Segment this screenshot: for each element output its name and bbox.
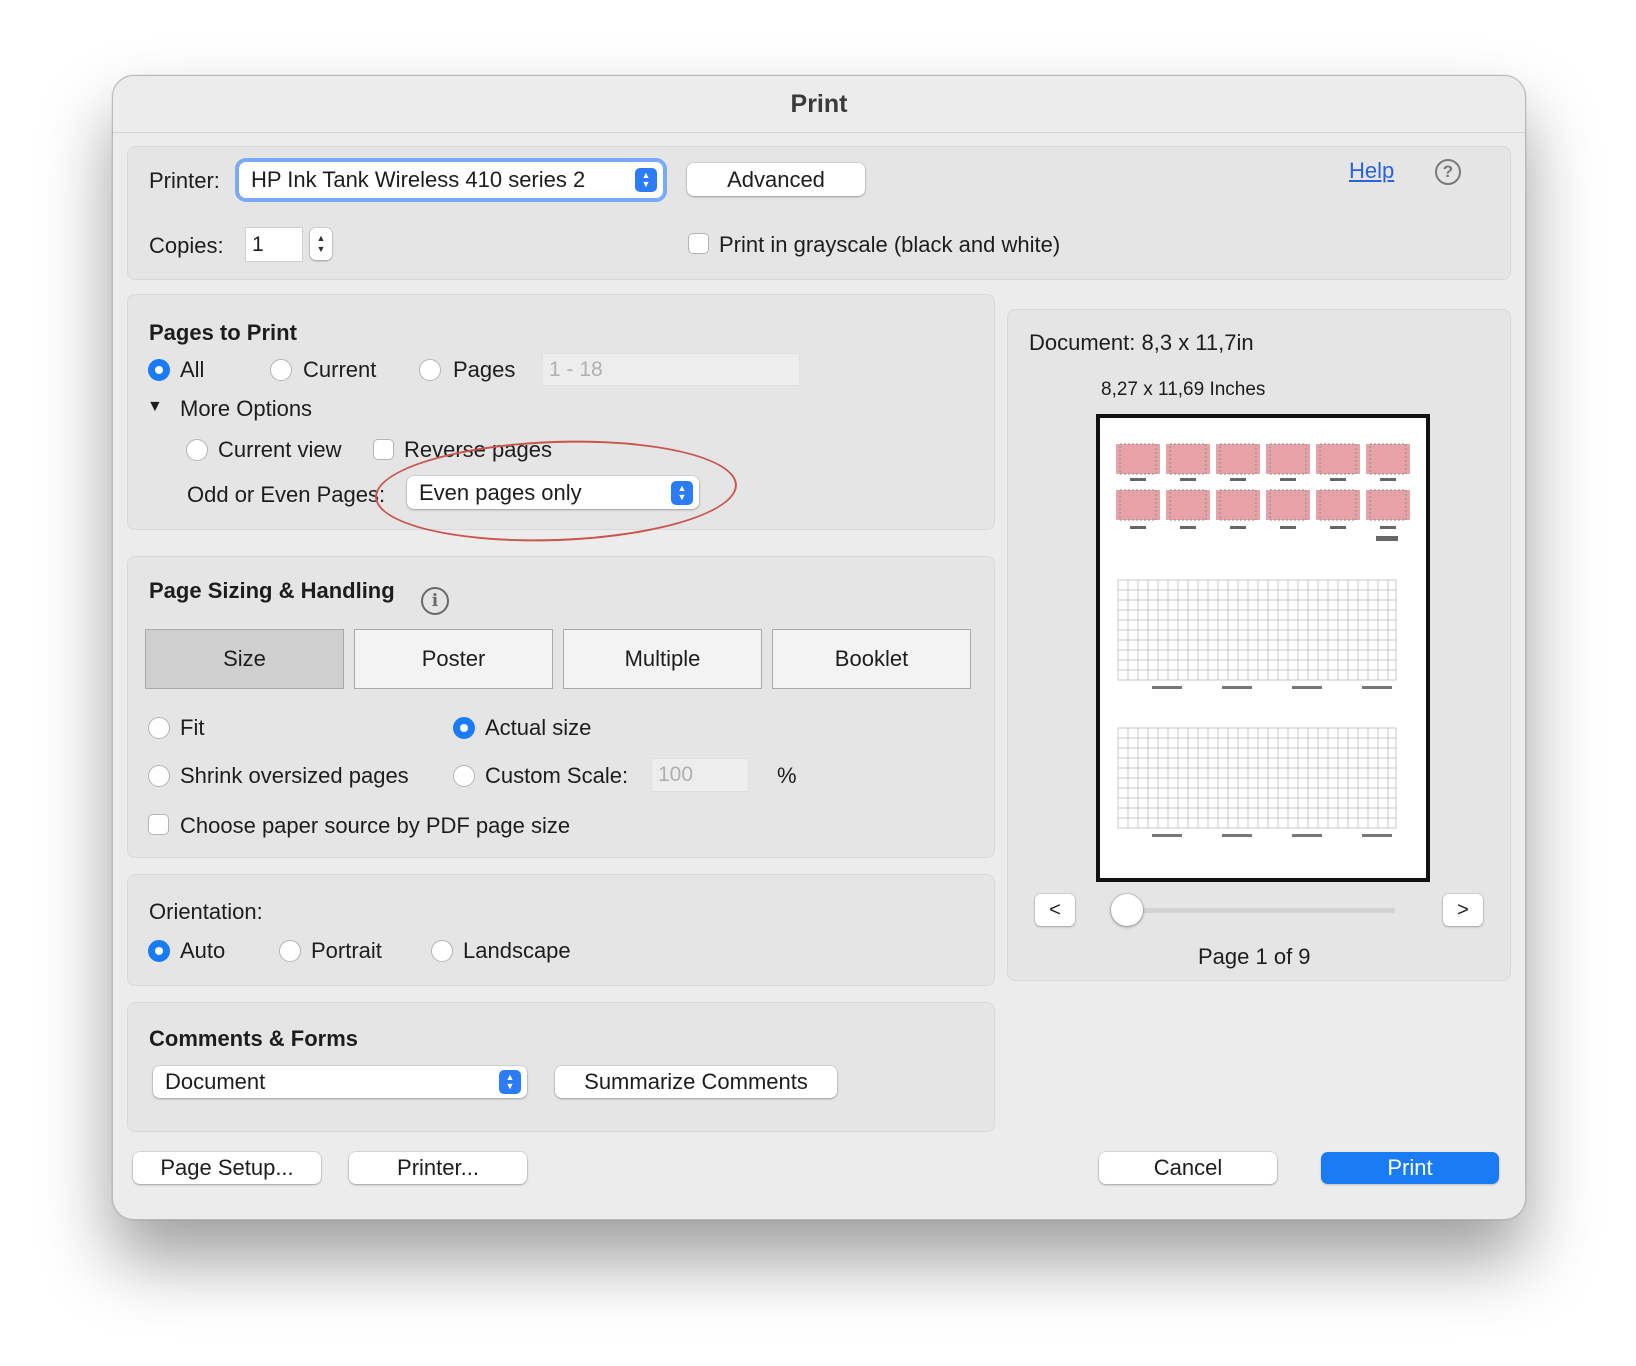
all-pages-label: All xyxy=(180,357,205,382)
current-page-radio[interactable] xyxy=(270,359,292,381)
pages-range-label: Pages xyxy=(453,357,516,382)
calendar-preview-image xyxy=(1116,443,1410,837)
copies-value: 1 xyxy=(252,232,264,256)
tab-size[interactable]: Size xyxy=(145,629,344,689)
advanced-button[interactable]: Advanced xyxy=(687,163,865,196)
actual-size-label: Actual size xyxy=(485,715,592,740)
current-view-radio[interactable] xyxy=(186,439,208,461)
fit-label: Fit xyxy=(180,715,205,740)
all-pages-radio[interactable] xyxy=(148,359,170,381)
disclosure-triangle-icon[interactable]: ▼ xyxy=(147,398,163,416)
dialog-title: Print xyxy=(113,76,1525,133)
percent-label: % xyxy=(777,763,797,788)
comments-forms-select[interactable]: Document ▲ ▼ xyxy=(153,1066,527,1098)
more-options-label[interactable]: More Options xyxy=(180,396,312,422)
tab-booklet[interactable]: Booklet xyxy=(772,629,971,689)
page-sizing-title: Page Sizing & Handling xyxy=(149,578,395,603)
grayscale-label: Print in grayscale (black and white) xyxy=(719,232,1061,257)
next-page-button[interactable]: > xyxy=(1443,894,1483,926)
odd-even-label: Odd or Even Pages: xyxy=(187,482,386,507)
printer-label: Printer: xyxy=(149,168,220,193)
orientation-landscape-label: Landscape xyxy=(463,938,571,963)
printer-button[interactable]: Printer... xyxy=(349,1152,527,1184)
help-link[interactable]: Help xyxy=(1349,158,1394,184)
current-page-label: Current xyxy=(303,357,377,382)
previous-page-button[interactable]: < xyxy=(1035,894,1075,926)
pages-range-field[interactable]: 1 - 18 xyxy=(542,353,800,386)
document-size-label: Document: 8,3 x 11,7in xyxy=(1029,330,1254,355)
orientation-auto-label: Auto xyxy=(180,938,226,963)
orientation-group xyxy=(127,874,995,986)
tab-poster[interactable]: Poster xyxy=(354,629,553,689)
custom-scale-field[interactable]: 100 xyxy=(651,758,749,792)
page-slider-thumb[interactable] xyxy=(1111,894,1143,926)
printer-select-value: HP Ink Tank Wireless 410 series 2 xyxy=(251,167,586,192)
reverse-pages-checkbox[interactable] xyxy=(373,439,394,460)
odd-even-value: Even pages only xyxy=(419,479,582,505)
reverse-pages-label: Reverse pages xyxy=(404,437,552,462)
actual-size-radio[interactable] xyxy=(453,717,475,739)
chevron-down-icon: ▼ xyxy=(316,244,326,254)
grayscale-checkbox[interactable] xyxy=(688,233,709,254)
comments-forms-title: Comments & Forms xyxy=(149,1026,359,1051)
copies-field[interactable]: 1 xyxy=(245,227,303,262)
paper-source-checkbox[interactable] xyxy=(148,814,169,835)
pages-range-radio[interactable] xyxy=(419,359,441,381)
paper-source-label: Choose paper source by PDF page size xyxy=(180,813,571,838)
paper-size-label: 8,27 x 11,69 Inches xyxy=(1101,379,1266,400)
orientation-auto-radio[interactable] xyxy=(148,940,170,962)
select-arrows-icon: ▲ ▼ xyxy=(635,168,657,192)
print-button[interactable]: Print xyxy=(1321,1152,1499,1184)
print-dialog: Print Printer: HP Ink Tank Wireless 410 … xyxy=(112,75,1526,1220)
copies-stepper[interactable]: ▲ ▼ xyxy=(310,228,332,260)
pages-range-placeholder: 1 - 18 xyxy=(549,357,603,381)
odd-even-select[interactable]: Even pages only ▲ ▼ xyxy=(407,476,699,509)
page-setup-button[interactable]: Page Setup... xyxy=(133,1152,321,1184)
select-arrows-icon: ▲ ▼ xyxy=(499,1070,521,1094)
page-indicator: Page 1 of 9 xyxy=(1198,944,1311,969)
printer-select[interactable]: HP Ink Tank Wireless 410 series 2 ▲ ▼ xyxy=(239,162,663,198)
copies-label: Copies: xyxy=(149,233,224,258)
orientation-landscape-radio[interactable] xyxy=(431,940,453,962)
custom-scale-value: 100 xyxy=(658,763,694,786)
orientation-title: Orientation: xyxy=(149,899,263,924)
shrink-oversized-radio[interactable] xyxy=(148,765,170,787)
pages-to-print-title: Pages to Print xyxy=(149,320,297,345)
summarize-comments-button[interactable]: Summarize Comments xyxy=(555,1066,837,1098)
orientation-portrait-label: Portrait xyxy=(311,938,382,963)
info-circle-icon[interactable]: i xyxy=(421,587,449,615)
page-preview xyxy=(1096,414,1430,882)
comments-forms-value: Document xyxy=(165,1069,266,1094)
custom-scale-radio[interactable] xyxy=(453,765,475,787)
fit-radio[interactable] xyxy=(148,717,170,739)
question-circle-icon[interactable]: ? xyxy=(1435,159,1461,185)
shrink-oversized-label: Shrink oversized pages xyxy=(180,763,409,788)
current-view-label: Current view xyxy=(218,437,342,462)
page-slider-track[interactable] xyxy=(1115,908,1395,913)
chevron-up-icon: ▲ xyxy=(316,233,326,243)
select-arrows-icon: ▲ ▼ xyxy=(671,480,693,505)
custom-scale-label: Custom Scale: xyxy=(485,763,629,788)
orientation-portrait-radio[interactable] xyxy=(279,940,301,962)
tab-multiple[interactable]: Multiple xyxy=(563,629,762,689)
cancel-button[interactable]: Cancel xyxy=(1099,1152,1277,1184)
